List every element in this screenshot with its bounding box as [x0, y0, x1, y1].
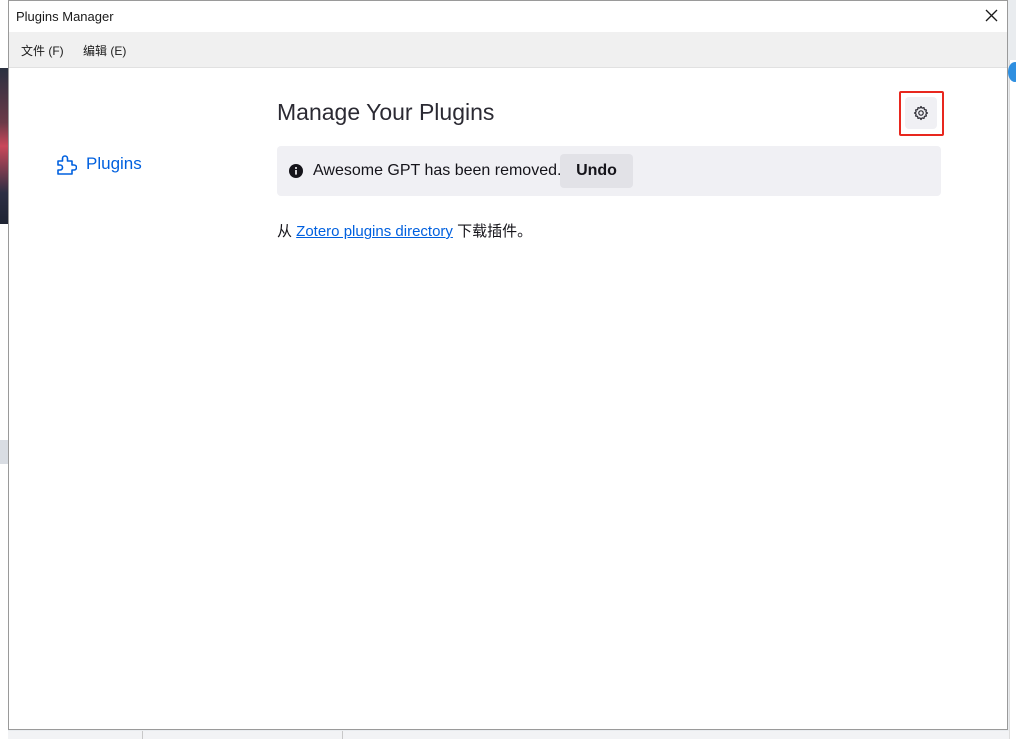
menu-file[interactable]: 文件 (F) [19, 42, 66, 59]
desktop-blue-badge [1008, 62, 1016, 82]
desktop-fragment-strip [0, 440, 8, 464]
desktop-background-bottom [8, 731, 1009, 739]
window-title: Plugins Manager [16, 9, 114, 24]
close-button[interactable] [977, 1, 1007, 32]
download-suffix: 下载插件。 [452, 223, 533, 240]
notice-message: Awesome GPT has been removed. [313, 162, 562, 179]
removal-notice: Awesome GPT has been removed. Undo [277, 146, 941, 196]
menu-edit[interactable]: 编辑 (E) [81, 42, 128, 59]
download-hint: 从 Zotero plugins directory 下载插件。 [277, 220, 532, 241]
puzzle-piece-icon [57, 155, 77, 175]
sidebar-item-plugins[interactable]: Plugins [55, 150, 142, 178]
desktop-divider [342, 731, 343, 739]
desktop-wallpaper-fragment [0, 68, 8, 224]
desktop-background-right [1009, 60, 1016, 739]
plugins-manager-window: Plugins Manager 文件 (F) 编辑 (E) Plugins Ma… [8, 0, 1008, 730]
sidebar-item-label: Plugins [86, 154, 142, 173]
annotation-highlight-box [899, 91, 944, 136]
plugins-directory-link[interactable]: Zotero plugins directory [296, 223, 453, 240]
desktop-divider [142, 731, 143, 739]
page-title: Manage Your Plugins [277, 99, 495, 125]
menu-bar: 文件 (F) 编辑 (E) [9, 32, 1007, 68]
download-prefix: 从 [277, 223, 297, 240]
info-icon [289, 164, 303, 178]
close-icon [985, 9, 998, 22]
undo-button[interactable]: Undo [560, 154, 633, 188]
title-bar: Plugins Manager [9, 1, 1007, 32]
